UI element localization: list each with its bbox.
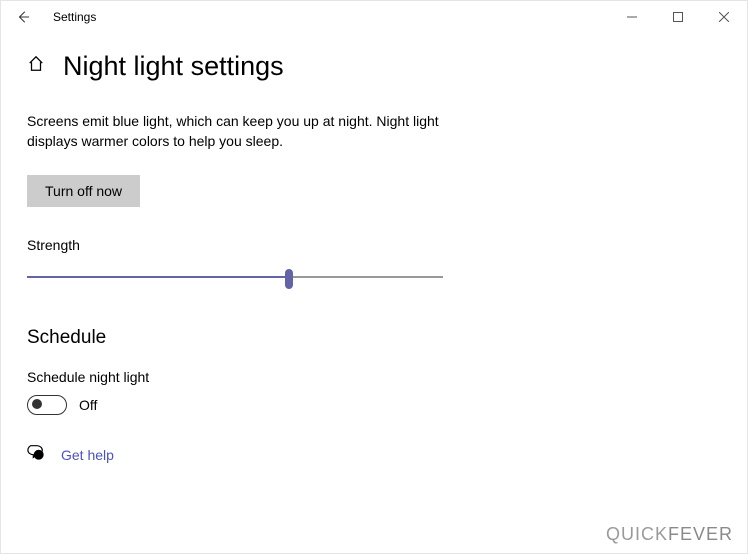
watermark-part2: FEVER xyxy=(668,524,733,544)
strength-slider[interactable] xyxy=(27,267,443,287)
get-help-link[interactable]: Get help xyxy=(61,447,114,463)
page-title: Night light settings xyxy=(63,51,284,82)
watermark-part1: QUICK xyxy=(606,524,668,544)
back-button[interactable] xyxy=(9,3,37,31)
close-icon xyxy=(719,12,729,22)
toggle-knob xyxy=(32,399,42,409)
maximize-button[interactable] xyxy=(655,1,701,33)
schedule-heading: Schedule xyxy=(27,327,721,349)
window-controls xyxy=(609,1,747,33)
titlebar: Settings xyxy=(1,1,747,33)
slider-track-filled xyxy=(27,276,289,278)
watermark: QUICKFEVER xyxy=(606,524,733,545)
minimize-icon xyxy=(627,12,637,22)
back-arrow-icon xyxy=(16,10,30,24)
turn-off-button[interactable]: Turn off now xyxy=(27,175,140,207)
schedule-toggle-label: Schedule night light xyxy=(27,369,721,385)
heading-row: Night light settings xyxy=(27,51,721,82)
schedule-toggle[interactable] xyxy=(27,395,67,415)
home-icon[interactable] xyxy=(27,55,45,78)
schedule-toggle-row: Off xyxy=(27,395,721,415)
svg-text:?: ? xyxy=(37,453,41,460)
minimize-button[interactable] xyxy=(609,1,655,33)
schedule-toggle-state: Off xyxy=(79,397,97,413)
close-button[interactable] xyxy=(701,1,747,33)
help-row: ? Get help xyxy=(27,443,721,466)
content-area: Night light settings Screens emit blue l… xyxy=(1,33,747,466)
window-title: Settings xyxy=(53,10,96,24)
strength-label: Strength xyxy=(27,237,721,253)
help-icon: ? xyxy=(27,443,45,466)
slider-thumb[interactable] xyxy=(285,269,293,289)
maximize-icon xyxy=(673,12,683,22)
page-description: Screens emit blue light, which can keep … xyxy=(27,112,447,151)
